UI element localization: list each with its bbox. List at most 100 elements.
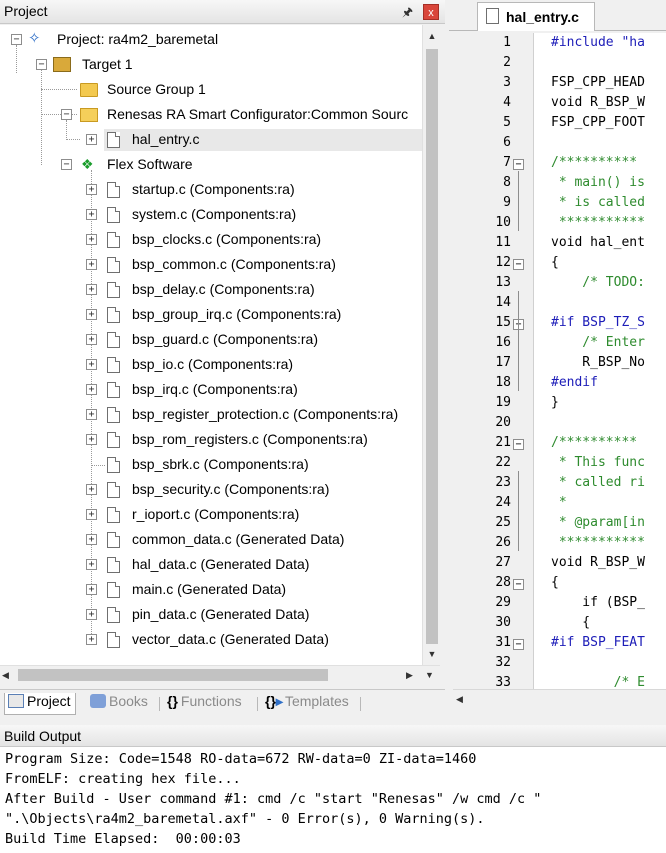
tree-item-file[interactable]: + r_ioport.c (Components:ra) <box>0 504 422 526</box>
build-output-line: FromELF: creating hex file... <box>5 771 241 787</box>
code-editor[interactable]: #include "ha FSP_CPP_HEAD void R_BSP_W FSP_… <box>533 33 666 689</box>
expand-toggle[interactable]: + <box>86 509 97 520</box>
expand-toggle[interactable]: + <box>86 209 97 220</box>
project-icon: ✧ <box>28 30 41 47</box>
file-name: bsp_delay.c (Components:ra) <box>132 281 315 297</box>
collapse-toggle[interactable]: − <box>61 109 72 120</box>
scroll-down-arrow-icon[interactable]: ▼ <box>424 645 440 663</box>
target-icon <box>53 57 71 72</box>
expand-toggle[interactable]: + <box>86 284 97 295</box>
file-icon <box>107 332 120 348</box>
editor-horizontal-scrollbar[interactable]: ◀ <box>453 689 666 707</box>
collapse-toggle[interactable]: − <box>61 159 72 170</box>
expand-toggle[interactable]: + <box>86 434 97 445</box>
line-number: 3 <box>503 75 511 90</box>
tree-item-file[interactable]: + bsp_register_protection.c (Components:r… <box>0 404 422 426</box>
tab-project[interactable]: Project <box>4 693 76 715</box>
expand-toggle[interactable]: + <box>86 384 97 395</box>
expand-toggle[interactable]: + <box>86 334 97 345</box>
code-line: /* TODO: <box>551 275 645 290</box>
tree-item-file[interactable]: + vector_data.c (Generated Data) <box>0 629 422 651</box>
line-number: 10 <box>495 215 511 230</box>
folder-open-icon <box>80 108 98 122</box>
tree-vertical-scrollbar[interactable]: ▲ ▼ <box>422 25 440 665</box>
tree-item-file[interactable]: + bsp_common.c (Components:ra) <box>0 254 422 276</box>
expand-toggle[interactable]: + <box>86 259 97 270</box>
tab-functions-label: Functions <box>180 693 242 709</box>
line-number: 12 <box>495 255 511 270</box>
tree-item-file[interactable]: + bsp_clocks.c (Components:ra) <box>0 229 422 251</box>
expand-toggle[interactable]: + <box>86 584 97 595</box>
tree-item-file[interactable]: + bsp_io.c (Components:ra) <box>0 354 422 376</box>
expand-toggle[interactable]: + <box>86 484 97 495</box>
expand-toggle[interactable]: + <box>86 409 97 420</box>
build-output-panel: Build Output Program Size: Code=1548 RO-… <box>0 725 666 853</box>
fold-toggle[interactable]: − <box>513 439 524 450</box>
tree-item-file[interactable]: + pin_data.c (Generated Data) <box>0 604 422 626</box>
project-panel-tabs: Project Books {} Functions {}▸ Templates <box>0 689 445 715</box>
line-number: 30 <box>495 615 511 630</box>
tree-item-file[interactable]: + hal_data.c (Generated Data) <box>0 554 422 576</box>
file-icon <box>107 482 120 498</box>
tree-item-file[interactable]: + system.c (Components:ra) <box>0 204 422 226</box>
tree-item-file[interactable]: + bsp_rom_registers.c (Components:ra) <box>0 429 422 451</box>
code-line: /* E <box>551 675 645 689</box>
tree-item-file[interactable]: + startup.c (Components:ra) <box>0 179 422 201</box>
renesas-group-name: Renesas RA Smart Configurator:Common Sou… <box>107 106 409 122</box>
collapse-toggle[interactable]: − <box>36 59 47 70</box>
project-panel-titlebar: Project 🖈 x <box>0 0 445 24</box>
file-icon <box>107 357 120 373</box>
expand-toggle[interactable]: + <box>86 359 97 370</box>
tree-item-file[interactable]: + bsp_guard.c (Components:ra) <box>0 329 422 351</box>
scroll-up-arrow-icon[interactable]: ▲ <box>424 27 440 45</box>
tree-item-file[interactable]: + bsp_security.c (Components:ra) <box>0 479 422 501</box>
line-number: 23 <box>495 475 511 490</box>
editor-tab-hal-entry[interactable]: hal_entry.c <box>477 2 595 31</box>
fold-toggle[interactable]: − <box>513 159 524 170</box>
tree-item-file[interactable]: bsp_sbrk.c (Components:ra) <box>0 454 422 476</box>
line-number: 11 <box>495 235 511 250</box>
tree-horizontal-scrollbar[interactable]: ◀ ▶ ▼ <box>0 665 440 683</box>
tree-item-file[interactable]: + main.c (Generated Data) <box>0 579 422 601</box>
tree-item-project[interactable]: − ✧ Project: ra4m2_baremetal <box>0 29 422 51</box>
code-line: /********** <box>551 155 638 170</box>
tree-item-hal-entry[interactable]: + hal_entry.c <box>86 129 422 151</box>
tab-books[interactable]: Books <box>90 693 148 715</box>
expand-toggle[interactable]: + <box>86 534 97 545</box>
scroll-thumb[interactable] <box>426 49 438 644</box>
project-name: Project: ra4m2_baremetal <box>57 31 219 47</box>
expand-toggle[interactable]: + <box>86 309 97 320</box>
scroll-thumb[interactable] <box>18 669 328 681</box>
close-panel-button[interactable]: x <box>423 4 439 20</box>
scroll-left-arrow-icon[interactable]: ◀ <box>456 690 463 708</box>
scroll-right-arrow-icon[interactable]: ▶ <box>406 666 413 684</box>
expand-toggle[interactable]: + <box>86 609 97 620</box>
expand-toggle[interactable]: + <box>86 559 97 570</box>
collapse-toggle[interactable]: − <box>11 34 22 45</box>
tree-item-file[interactable]: + bsp_delay.c (Components:ra) <box>0 279 422 301</box>
file-name: bsp_security.c (Components:ra) <box>132 481 330 497</box>
pin-icon[interactable]: 🖈 <box>402 3 413 24</box>
books-icon <box>90 694 106 708</box>
tab-functions[interactable]: {} Functions <box>167 693 242 715</box>
hal-entry-name: hal_entry.c <box>132 131 200 147</box>
fold-toggle[interactable]: − <box>513 579 524 590</box>
expand-toggle[interactable]: + <box>86 634 97 645</box>
expand-toggle[interactable]: + <box>86 134 97 145</box>
tree-item-flex-software[interactable]: − ❖ Flex Software <box>0 154 422 176</box>
line-number: 13 <box>495 275 511 290</box>
tree-item-file[interactable]: + bsp_irq.c (Components:ra) <box>0 379 422 401</box>
tab-templates[interactable]: {}▸ Templates <box>265 693 349 715</box>
tree-item-target[interactable]: − Target 1 <box>0 54 422 76</box>
expand-toggle[interactable]: + <box>86 234 97 245</box>
tree-item-file[interactable]: + bsp_group_irq.c (Components:ra) <box>0 304 422 326</box>
scroll-down-arrow-icon[interactable]: ▼ <box>425 666 434 684</box>
fold-toggle[interactable]: − <box>513 259 524 270</box>
expand-toggle[interactable]: + <box>86 184 97 195</box>
tree-item-file[interactable]: + common_data.c (Generated Data) <box>0 529 422 551</box>
fold-toggle[interactable]: − <box>513 639 524 650</box>
tree-item-source-group[interactable]: Source Group 1 <box>0 79 422 101</box>
scroll-left-arrow-icon[interactable]: ◀ <box>2 666 9 684</box>
tree-item-renesas-group[interactable]: − Renesas RA Smart Configurator:Common S… <box>0 104 422 126</box>
file-icon <box>107 282 120 298</box>
